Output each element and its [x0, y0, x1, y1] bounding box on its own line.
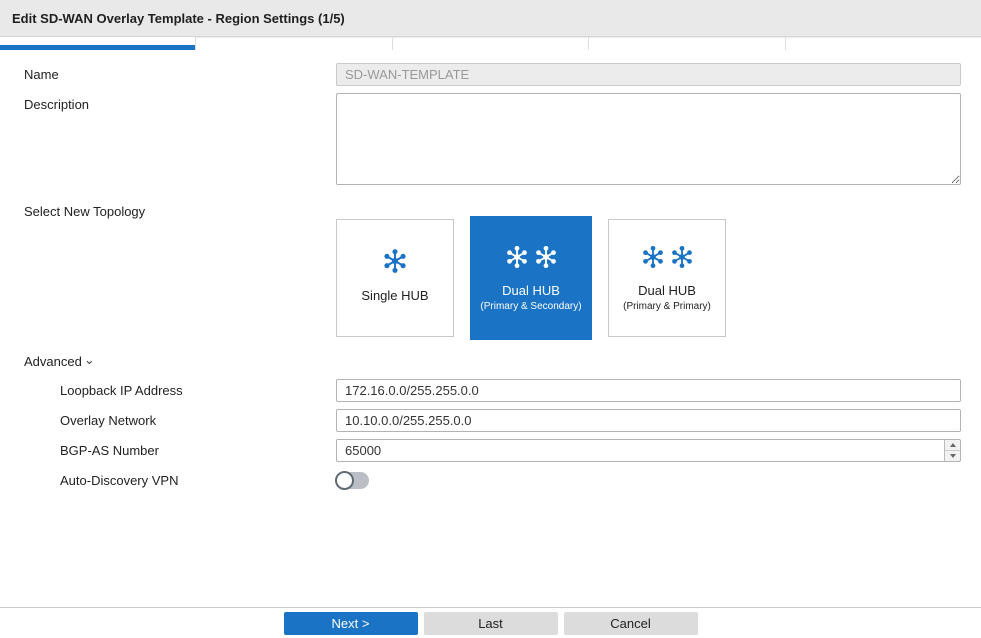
- overlay-network-label: Overlay Network: [0, 409, 336, 428]
- step-tab-2[interactable]: [196, 37, 392, 50]
- loopback-label: Loopback IP Address: [0, 379, 336, 398]
- loopback-row: Loopback IP Address: [0, 379, 981, 402]
- card-title: Dual HUB: [638, 283, 696, 298]
- card-subtitle: (Primary & Primary): [623, 301, 711, 312]
- step-tab-1[interactable]: [0, 37, 196, 50]
- topology-label: Select New Topology: [0, 204, 336, 219]
- spinner-down-button[interactable]: [945, 451, 960, 461]
- hub-icon: [669, 244, 695, 270]
- toggle-knob: [335, 471, 354, 490]
- dialog-footer: Next > Last Cancel: [0, 607, 981, 638]
- name-input: [336, 63, 961, 86]
- triangle-down-icon: [950, 454, 956, 458]
- last-button[interactable]: Last: [424, 612, 558, 635]
- dialog-title: Edit SD-WAN Overlay Template - Region Se…: [12, 11, 345, 26]
- hub-icon: [640, 244, 666, 270]
- bgp-as-input[interactable]: [336, 439, 961, 462]
- triangle-up-icon: [950, 443, 956, 447]
- name-row: Name: [0, 63, 981, 86]
- advpn-row: Auto-Discovery VPN: [0, 469, 981, 489]
- topology-cards: Single HUB: [336, 204, 961, 340]
- bgp-as-row: BGP-AS Number: [0, 439, 981, 462]
- hub-icon: [533, 244, 559, 270]
- hub-icon: [381, 247, 409, 275]
- loopback-input[interactable]: [336, 379, 961, 402]
- topology-card-single-hub[interactable]: Single HUB: [336, 219, 454, 337]
- hub-icon: [504, 244, 530, 270]
- form-content: Name Description Select New Topology: [0, 50, 981, 489]
- topology-row: Select New Topology: [0, 204, 981, 340]
- next-button[interactable]: Next >: [284, 612, 418, 635]
- wizard-step-bar: [0, 37, 981, 50]
- card-title: Dual HUB: [502, 283, 560, 298]
- description-label: Description: [0, 93, 336, 112]
- card-title: Single HUB: [361, 288, 428, 303]
- hub-icon-group: [381, 247, 409, 275]
- advanced-label: Advanced: [24, 354, 82, 369]
- advanced-section-toggle[interactable]: Advanced ⌄: [0, 354, 95, 369]
- advpn-label: Auto-Discovery VPN: [0, 469, 336, 488]
- hub-icon-group: [504, 244, 559, 270]
- card-subtitle: (Primary & Secondary): [480, 301, 581, 312]
- overlay-network-input[interactable]: [336, 409, 961, 432]
- dialog-titlebar: Edit SD-WAN Overlay Template - Region Se…: [0, 0, 981, 37]
- hub-icon-group: [640, 244, 695, 270]
- number-spinner: [944, 440, 960, 461]
- description-input[interactable]: [336, 93, 961, 185]
- spinner-up-button[interactable]: [945, 440, 960, 451]
- advpn-toggle[interactable]: [336, 472, 369, 489]
- topology-card-dual-hub-primary-secondary[interactable]: Dual HUB (Primary & Secondary): [470, 216, 592, 340]
- cancel-button[interactable]: Cancel: [564, 612, 698, 635]
- step-tab-4[interactable]: [589, 37, 785, 50]
- description-row: Description: [0, 93, 981, 190]
- overlay-network-row: Overlay Network: [0, 409, 981, 432]
- topology-card-dual-hub-primary-primary[interactable]: Dual HUB (Primary & Primary): [608, 219, 726, 337]
- step-tab-5[interactable]: [786, 37, 981, 50]
- step-tab-3[interactable]: [393, 37, 589, 50]
- bgp-as-label: BGP-AS Number: [0, 439, 336, 458]
- chevron-down-icon: ⌄: [84, 356, 95, 364]
- name-label: Name: [0, 63, 336, 82]
